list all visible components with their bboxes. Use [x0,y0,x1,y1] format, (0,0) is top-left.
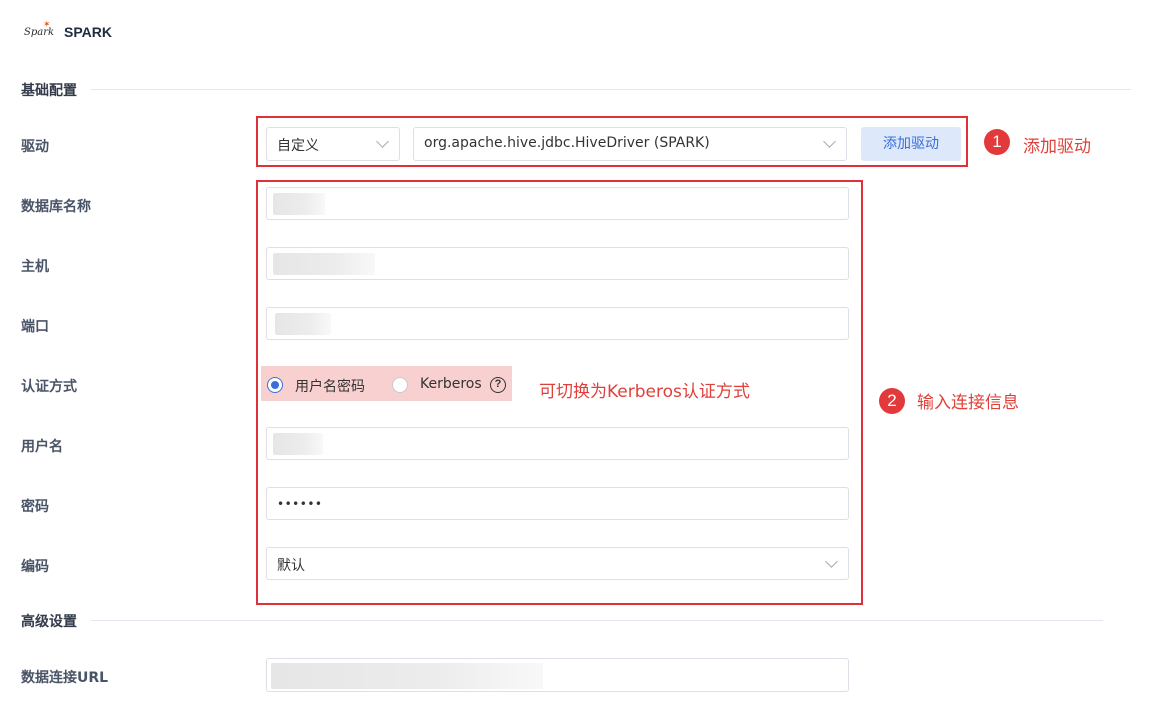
annotation-box-connection [256,180,863,605]
url-input[interactable] [266,658,849,692]
label-host: 主机 [21,259,49,275]
step-badge-1: 1 [984,129,1010,155]
label-password: 密码 [21,499,49,515]
redacted-value [271,663,543,689]
label-username: 用户名 [21,439,63,455]
page-title: SPARK [64,24,112,40]
annotation-step2-text: 输入连接信息 [917,393,1019,413]
annotation-step1-text: 添加驱动 [1023,137,1091,157]
annotation-box-driver [256,116,968,167]
section-title-basic: 基础配置 [21,83,77,99]
section-divider [91,89,1131,90]
step-badge-2: 2 [879,388,905,414]
label-port: 端口 [21,319,49,335]
label-encoding: 编码 [21,559,49,575]
label-url: 数据连接URL [21,670,109,686]
label-driver: 驱动 [21,139,49,155]
section-divider [91,620,1103,621]
label-auth-method: 认证方式 [21,379,77,395]
label-db-name: 数据库名称 [21,199,91,215]
section-title-advanced: 高级设置 [21,614,77,630]
spark-logo: ✶ Spark [24,20,55,38]
